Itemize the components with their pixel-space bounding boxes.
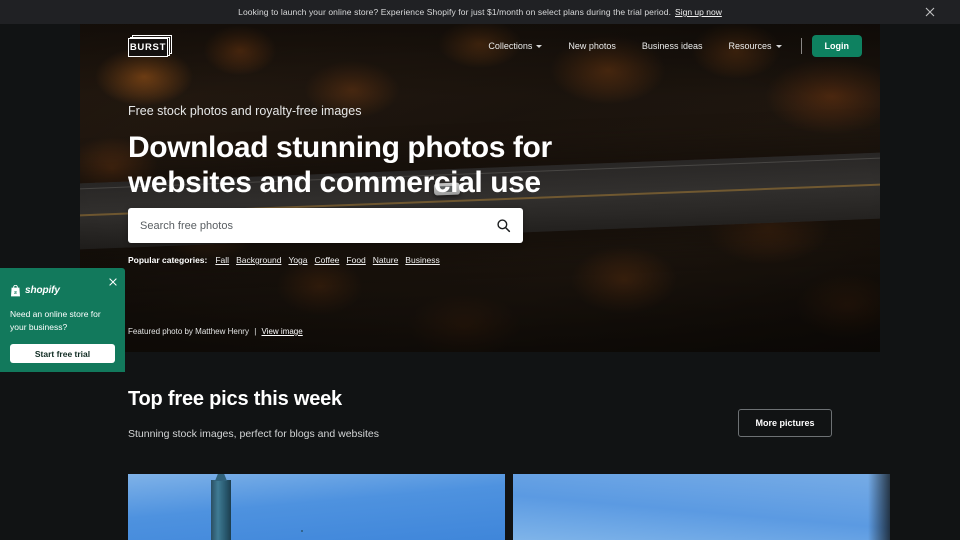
close-icon[interactable]	[924, 6, 936, 18]
nav-label-new-photos: New photos	[568, 41, 616, 51]
promo-signup-link[interactable]: Sign up now	[675, 7, 722, 17]
chevron-down-icon	[536, 44, 543, 48]
nav-label-collections: Collections	[488, 41, 533, 51]
photo-card-grid	[128, 474, 890, 540]
category-link-business[interactable]: Business	[405, 255, 440, 265]
site-header: BURST Collections New photos Business id…	[80, 24, 880, 68]
top-pics-section: Top free pics this week Stunning stock i…	[128, 388, 832, 440]
logo-text: BURST	[129, 42, 167, 53]
view-image-link[interactable]: View image	[262, 327, 303, 336]
photo-credit: Featured photo by Matthew Henry | View i…	[128, 327, 303, 336]
svg-text:s: s	[14, 290, 17, 296]
promo-banner-text: Looking to launch your online store? Exp…	[238, 7, 672, 17]
hero-section: BURST Collections New photos Business id…	[80, 24, 880, 352]
section-title: Top free pics this week	[128, 388, 342, 410]
search-input[interactable]	[140, 219, 496, 232]
search-icon[interactable]	[496, 218, 511, 233]
shopify-logo: s shopify	[10, 284, 60, 297]
hero-copy: Free stock photos and royalty-free image…	[128, 104, 688, 201]
popular-categories: Popular categories: Fall Background Yoga…	[128, 255, 440, 265]
shopify-popup-message: Need an online store for your business?	[10, 309, 101, 333]
nav-item-resources[interactable]: Resources	[715, 41, 794, 51]
photo-credit-text: Featured photo by Matthew Henry	[128, 327, 249, 336]
bird-speck	[301, 530, 304, 532]
category-link-background[interactable]: Background	[236, 255, 281, 265]
search-bar[interactable]	[128, 208, 523, 243]
nav-item-collections[interactable]: Collections	[475, 41, 555, 51]
nav-item-business-ideas[interactable]: Business ideas	[629, 41, 716, 51]
burst-homepage: Looking to launch your online store? Exp…	[0, 0, 960, 540]
promo-banner: Looking to launch your online store? Exp…	[0, 0, 960, 24]
categories-label: Popular categories:	[128, 255, 208, 265]
nav-item-new-photos[interactable]: New photos	[555, 41, 629, 51]
nav-label-business-ideas: Business ideas	[641, 41, 703, 51]
more-pictures-button[interactable]: More pictures	[738, 409, 832, 437]
chevron-down-icon	[775, 44, 782, 48]
nav-divider	[800, 38, 802, 54]
main-navigation: Collections New photos Business ideas Re…	[475, 35, 862, 57]
skyscraper-shape	[210, 480, 231, 540]
shopping-bag-icon: s	[10, 284, 21, 297]
card-edge-shadow	[868, 474, 890, 540]
shopify-promo-popup: s shopify Need an online store for your …	[0, 268, 125, 372]
login-button[interactable]: Login	[811, 35, 862, 57]
page-title: Download stunning photos for websites an…	[128, 131, 552, 200]
shopify-wordmark: shopify	[25, 284, 60, 296]
hero-eyebrow: Free stock photos and royalty-free image…	[128, 104, 362, 118]
category-link-food[interactable]: Food	[346, 255, 365, 265]
section-subtitle: Stunning stock images, perfect for blogs…	[128, 428, 379, 440]
category-link-nature[interactable]: Nature	[373, 255, 399, 265]
photo-card[interactable]	[513, 474, 890, 540]
category-link-fall[interactable]: Fall	[215, 255, 229, 265]
close-icon[interactable]	[108, 274, 118, 286]
start-free-trial-button[interactable]: Start free trial	[10, 344, 115, 363]
category-link-coffee[interactable]: Coffee	[315, 255, 340, 265]
photo-credit-separator: |	[254, 327, 257, 336]
photo-card[interactable]	[128, 474, 505, 540]
burst-logo[interactable]: BURST	[128, 35, 172, 57]
nav-label-resources: Resources	[728, 41, 772, 51]
category-link-yoga[interactable]: Yoga	[288, 255, 307, 265]
